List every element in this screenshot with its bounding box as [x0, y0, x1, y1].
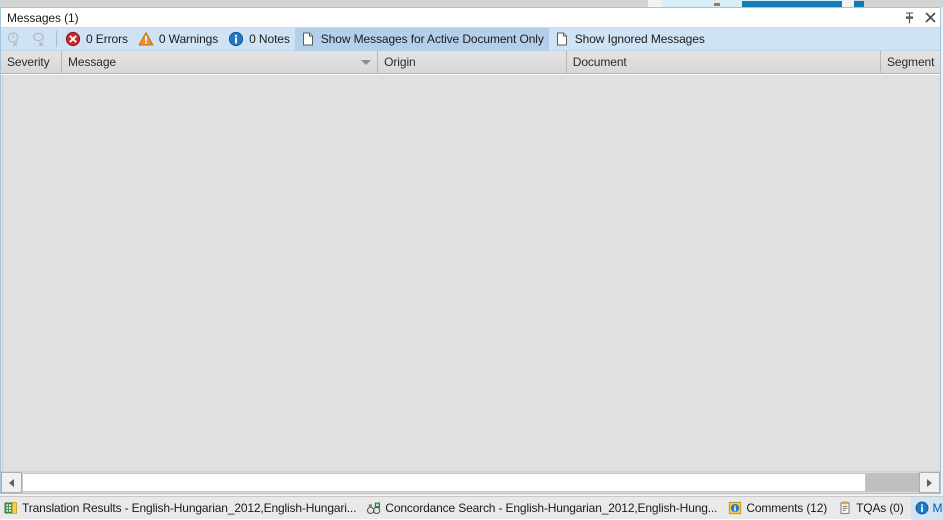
horizontal-scrollbar[interactable] [1, 471, 940, 493]
messages-panel: Messages (1) 0 Errors 0 Warnings 0 Notes… [0, 7, 941, 494]
clear-message-icon [6, 31, 22, 47]
pin-icon[interactable] [902, 10, 916, 25]
scrollbar-thumb[interactable] [22, 473, 866, 492]
translation-results-icon [4, 501, 18, 515]
tab-messages-label: Messages (1) [932, 501, 943, 515]
document-icon [554, 31, 570, 47]
column-header-message[interactable]: Message [61, 51, 379, 73]
document-icon [300, 31, 316, 47]
scroll-right-icon[interactable] [919, 472, 940, 493]
panel-title-buttons [902, 8, 937, 27]
info-icon [228, 31, 244, 47]
column-header-severity-label: Severity [7, 55, 50, 69]
column-header-document-label: Document [572, 55, 627, 69]
show-ignored-messages-label: Show Ignored Messages [574, 32, 705, 46]
messages-toolbar: 0 Errors 0 Warnings 0 Notes Show Message… [1, 27, 940, 51]
show-ignored-messages-toggle[interactable]: Show Ignored Messages [549, 28, 710, 51]
column-header-document[interactable]: Document [566, 51, 881, 73]
messages-panel-window: Messages (1) 0 Errors 0 Warnings 0 Notes… [0, 0, 943, 520]
tab-comments-label: Comments (12) [746, 501, 828, 515]
column-header-origin-label: Origin [384, 55, 416, 69]
messages-icon [915, 501, 929, 515]
errors-filter-label: 0 Errors [86, 32, 128, 46]
tab-concordance-search[interactable]: Concordance Search - English-Hungarian_2… [363, 497, 724, 520]
clear-all-messages-button[interactable] [27, 28, 53, 51]
errors-filter-button[interactable]: 0 Errors [60, 28, 133, 51]
warning-icon [138, 31, 154, 47]
clear-all-messages-icon [32, 31, 48, 47]
tab-tqas[interactable]: TQAs (0) [834, 497, 910, 520]
column-header-message-label: Message [67, 55, 116, 69]
ribbon-sliver-segment-end [842, 0, 854, 7]
comments-icon [728, 501, 742, 515]
panel-title-text: Messages (1) [7, 10, 79, 25]
show-messages-active-document-only-toggle[interactable]: Show Messages for Active Document Only [294, 27, 549, 51]
chevron-down-icon[interactable] [361, 60, 372, 65]
close-icon[interactable] [923, 10, 937, 25]
column-header-severity[interactable]: Severity [1, 51, 62, 73]
column-header-segment-label: Segment [887, 55, 935, 69]
messages-grid-rows-area[interactable] [2, 75, 940, 471]
warnings-filter-button[interactable]: 0 Warnings [133, 28, 223, 51]
column-header-origin[interactable]: Origin [378, 51, 567, 73]
notes-filter-label: 0 Notes [249, 32, 290, 46]
scrollbar-track[interactable] [22, 472, 919, 493]
tab-concordance-search-label: Concordance Search - English-Hungarian_2… [385, 501, 718, 515]
ribbon-sliver-marker [714, 3, 720, 6]
tab-tqas-label: TQAs (0) [856, 501, 904, 515]
toolbar-separator [56, 31, 57, 47]
messages-grid-header: Severity Message Origin Document Segment [1, 51, 940, 74]
show-messages-active-document-only-label: Show Messages for Active Document Only [320, 32, 544, 46]
column-header-segment[interactable]: Segment [881, 51, 940, 73]
scroll-left-icon[interactable] [1, 472, 22, 493]
bottom-tab-strip: Translation Results - English-Hungarian_… [0, 496, 943, 520]
tqa-icon [838, 501, 852, 515]
tab-translation-results-label: Translation Results - English-Hungarian_… [22, 501, 357, 515]
tab-translation-results[interactable]: Translation Results - English-Hungarian_… [0, 497, 363, 520]
tab-messages[interactable]: Messages (1) [910, 496, 943, 520]
notes-filter-button[interactable]: 0 Notes [223, 28, 295, 51]
warnings-filter-label: 0 Warnings [158, 32, 219, 46]
error-icon [65, 31, 81, 47]
concordance-search-icon [367, 501, 381, 515]
messages-grid-body[interactable] [1, 74, 940, 471]
arrow-right-glyph [927, 478, 932, 487]
tab-comments[interactable]: Comments (12) [724, 497, 834, 520]
background-ribbon-sliver [0, 0, 943, 7]
clear-message-button[interactable] [1, 28, 27, 51]
arrow-left-glyph [9, 478, 14, 487]
panel-title-bar: Messages (1) [1, 8, 940, 28]
ribbon-sliver-segment [648, 0, 662, 7]
